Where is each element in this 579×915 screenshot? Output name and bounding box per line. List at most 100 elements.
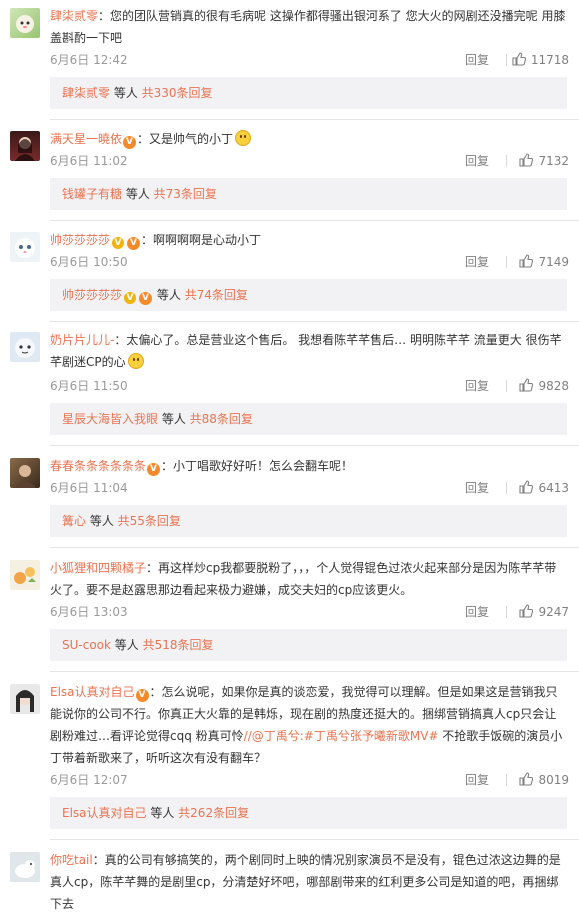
comment-item: 小狐狸和四颗橘子：再这样炒cp我都要脱粉了，，，个人觉得锟色过浓火起来部分是因为… xyxy=(0,548,579,672)
like-button[interactable]: 9828 xyxy=(519,375,569,397)
sub-replies[interactable]: 篝心 等人 共55条回复 xyxy=(50,505,567,537)
sub-reply-user[interactable]: SU-cook xyxy=(62,638,111,652)
vip-badge-icon: V xyxy=(147,463,161,476)
reply-button[interactable]: 回复 xyxy=(465,150,489,172)
avatar[interactable] xyxy=(10,131,40,161)
sub-reply-user[interactable]: 肆柒贰零 xyxy=(62,86,110,100)
sub-reply-user[interactable]: 帅莎莎莎莎 xyxy=(62,288,122,302)
like-button[interactable]: 7132 xyxy=(519,150,569,172)
avatar[interactable] xyxy=(10,684,40,714)
vip-badge-icon: V xyxy=(135,689,149,702)
verified-badge-icon: V xyxy=(112,237,125,249)
sub-replies[interactable]: 肆柒贰零 等人 共330条回复 xyxy=(50,77,567,109)
comment-text: 小狐狸和四颗橘子：再这样炒cp我都要脱粉了，，，个人觉得锟色过浓火起来部分是因为… xyxy=(50,561,557,597)
divider xyxy=(506,256,507,268)
reply-button[interactable]: 回复 xyxy=(465,251,489,273)
comment-username[interactable]: Elsa认真对自己 xyxy=(50,685,135,699)
sub-reply-user[interactable]: 星辰大海皆入我眼 xyxy=(62,412,158,426)
like-button[interactable]: 7149 xyxy=(519,251,569,273)
comment-time: 6月6日 13:03 xyxy=(50,605,128,619)
thumb-up-icon xyxy=(519,254,534,268)
like-button[interactable]: 6413 xyxy=(519,477,569,499)
comment-meta: 6月6日 12:42 回复 11718 xyxy=(50,49,579,71)
sub-replies[interactable]: 星辰大海皆入我眼 等人 共88条回复 xyxy=(50,403,567,435)
sub-reply-total[interactable]: 共518条回复 xyxy=(143,638,214,652)
sad-emoji-icon xyxy=(127,353,144,369)
divider xyxy=(506,54,507,66)
sub-replies[interactable]: 钱罐子有糖 等人 共73条回复 xyxy=(50,178,567,210)
comment-meta: 6月6日 11:04 回复 6413 xyxy=(50,477,579,499)
comment-username[interactable]: 奶片片儿儿- xyxy=(50,333,114,347)
reply-button[interactable]: 回复 xyxy=(465,769,489,791)
thumb-up-icon xyxy=(519,604,534,618)
comment-text: 奶片片儿儿-：太偏心了。总是营业这个售后。 我想看陈芊芊售后… 明明陈芊芊 流量… xyxy=(50,333,562,369)
avatar[interactable] xyxy=(10,560,40,590)
like-button[interactable]: 11718 xyxy=(512,49,569,71)
grin-emoji-icon xyxy=(235,130,252,146)
thumb-up-icon xyxy=(519,378,534,392)
like-button[interactable]: 9247 xyxy=(519,601,569,623)
comment-text: 肆柒贰零：您的团队营销真的很有毛病呢 这操作都得骚出银河系了 您大火的网剧还没播… xyxy=(50,9,566,45)
sub-replies[interactable]: SU-cook 等人 共518条回复 xyxy=(50,629,567,661)
reply-button[interactable]: 回复 xyxy=(465,477,489,499)
sub-replies[interactable]: 帅莎莎莎莎 V V 等人 共74条回复 xyxy=(50,279,567,311)
divider xyxy=(506,155,507,167)
comment-meta: 6月6日 12:07 回复 8019 xyxy=(50,769,579,791)
reply-button[interactable]: 回复 xyxy=(465,601,489,623)
sub-reply-total[interactable]: 共74条回复 xyxy=(185,288,248,302)
comment-meta: 6月6日 10:50 回复 7149 xyxy=(50,251,579,273)
sub-reply-total[interactable]: 共330条回复 xyxy=(142,86,213,100)
thumb-up-icon xyxy=(519,153,534,167)
avatar[interactable] xyxy=(10,332,40,362)
sub-reply-total[interactable]: 共262条回复 xyxy=(178,806,249,820)
avatar[interactable] xyxy=(10,232,40,262)
comment-username[interactable]: 帅莎莎莎莎 xyxy=(50,233,110,247)
comment-time: 6月6日 11:04 xyxy=(50,481,128,495)
sub-reply-user[interactable]: Elsa认真对自己 xyxy=(62,806,147,820)
comment-item: 满天星一曉依 V ：又是帅气的小丁 6月6日 11:02 回复 7132 钱罐子有糖… xyxy=(0,120,579,221)
comment-item: 帅莎莎莎莎 V V ：啊啊啊啊是心动小丁 6月6日 10:50 回复 7149 帅莎莎… xyxy=(0,221,579,322)
topic-link[interactable]: //@丁禹兮:#丁禹兮张予曦新歌MV# xyxy=(244,729,439,743)
avatar[interactable] xyxy=(10,852,40,882)
like-count: 7149 xyxy=(538,255,569,269)
like-button[interactable]: 8019 xyxy=(519,769,569,791)
sub-reply-total[interactable]: 共73条回复 xyxy=(154,187,217,201)
like-count: 7132 xyxy=(538,154,569,168)
divider xyxy=(506,774,507,786)
like-count: 6413 xyxy=(538,481,569,495)
comment-username[interactable]: 春春条条条条条条 xyxy=(50,459,146,473)
comment-username[interactable]: 小狐狸和四颗橘子 xyxy=(50,561,146,575)
comment-text: 帅莎莎莎莎 V V ：啊啊啊啊是心动小丁 xyxy=(50,233,262,250)
comment-time: 6月6日 12:42 xyxy=(50,53,128,67)
vip-badge-icon: V xyxy=(127,237,141,250)
verified-badge-icon: V xyxy=(124,292,137,304)
divider xyxy=(506,482,507,494)
comment-time: 6月6日 10:50 xyxy=(50,255,128,269)
reply-button[interactable]: 回复 xyxy=(465,375,489,397)
sub-reply-total[interactable]: 共55条回复 xyxy=(118,514,181,528)
sub-replies[interactable]: Elsa认真对自己 等人 共262条回复 xyxy=(50,797,567,829)
comment-list: 肆柒贰零：您的团队营销真的很有毛病呢 这操作都得骚出银河系了 您大火的网剧还没播… xyxy=(0,0,579,915)
comment-time: 6月6日 12:07 xyxy=(50,773,128,787)
sub-reply-total[interactable]: 共88条回复 xyxy=(190,412,253,426)
sub-reply-user[interactable]: 钱罐子有糖 xyxy=(62,187,122,201)
like-count: 9247 xyxy=(538,605,569,619)
avatar[interactable] xyxy=(10,8,40,38)
thumb-up-icon xyxy=(519,480,534,494)
thumb-up-icon xyxy=(519,772,534,786)
like-count: 11718 xyxy=(530,53,569,67)
comment-text: Elsa认真对自己 V ：怎么说呢，如果你是真的谈恋爱，我觉得可以理解。但是如果这是… xyxy=(50,685,563,765)
comment-time: 6月6日 11:50 xyxy=(50,379,128,393)
comment-item: Elsa认真对自己 V ：怎么说呢，如果你是真的谈恋爱，我觉得可以理解。但是如果这是… xyxy=(0,672,579,840)
comment-username[interactable]: 你吃tail xyxy=(50,853,93,867)
reply-button[interactable]: 回复 xyxy=(465,49,489,71)
thumb-up-icon xyxy=(512,52,526,66)
sub-reply-user[interactable]: 篝心 xyxy=(62,514,86,528)
comment-meta: 6月6日 11:50 回复 9828 xyxy=(50,375,579,397)
comment-username[interactable]: 满天星一曉依 xyxy=(50,132,122,146)
comment-username[interactable]: 肆柒贰零 xyxy=(50,9,98,23)
vip-badge-icon: V xyxy=(123,136,137,149)
comment-text: 你吃tail：真的公司有够搞笑的，两个剧同时上映的情况别家演员不是没有，锟色过浓… xyxy=(50,853,561,911)
comment-time: 6月6日 11:02 xyxy=(50,154,128,168)
avatar[interactable] xyxy=(10,458,40,488)
